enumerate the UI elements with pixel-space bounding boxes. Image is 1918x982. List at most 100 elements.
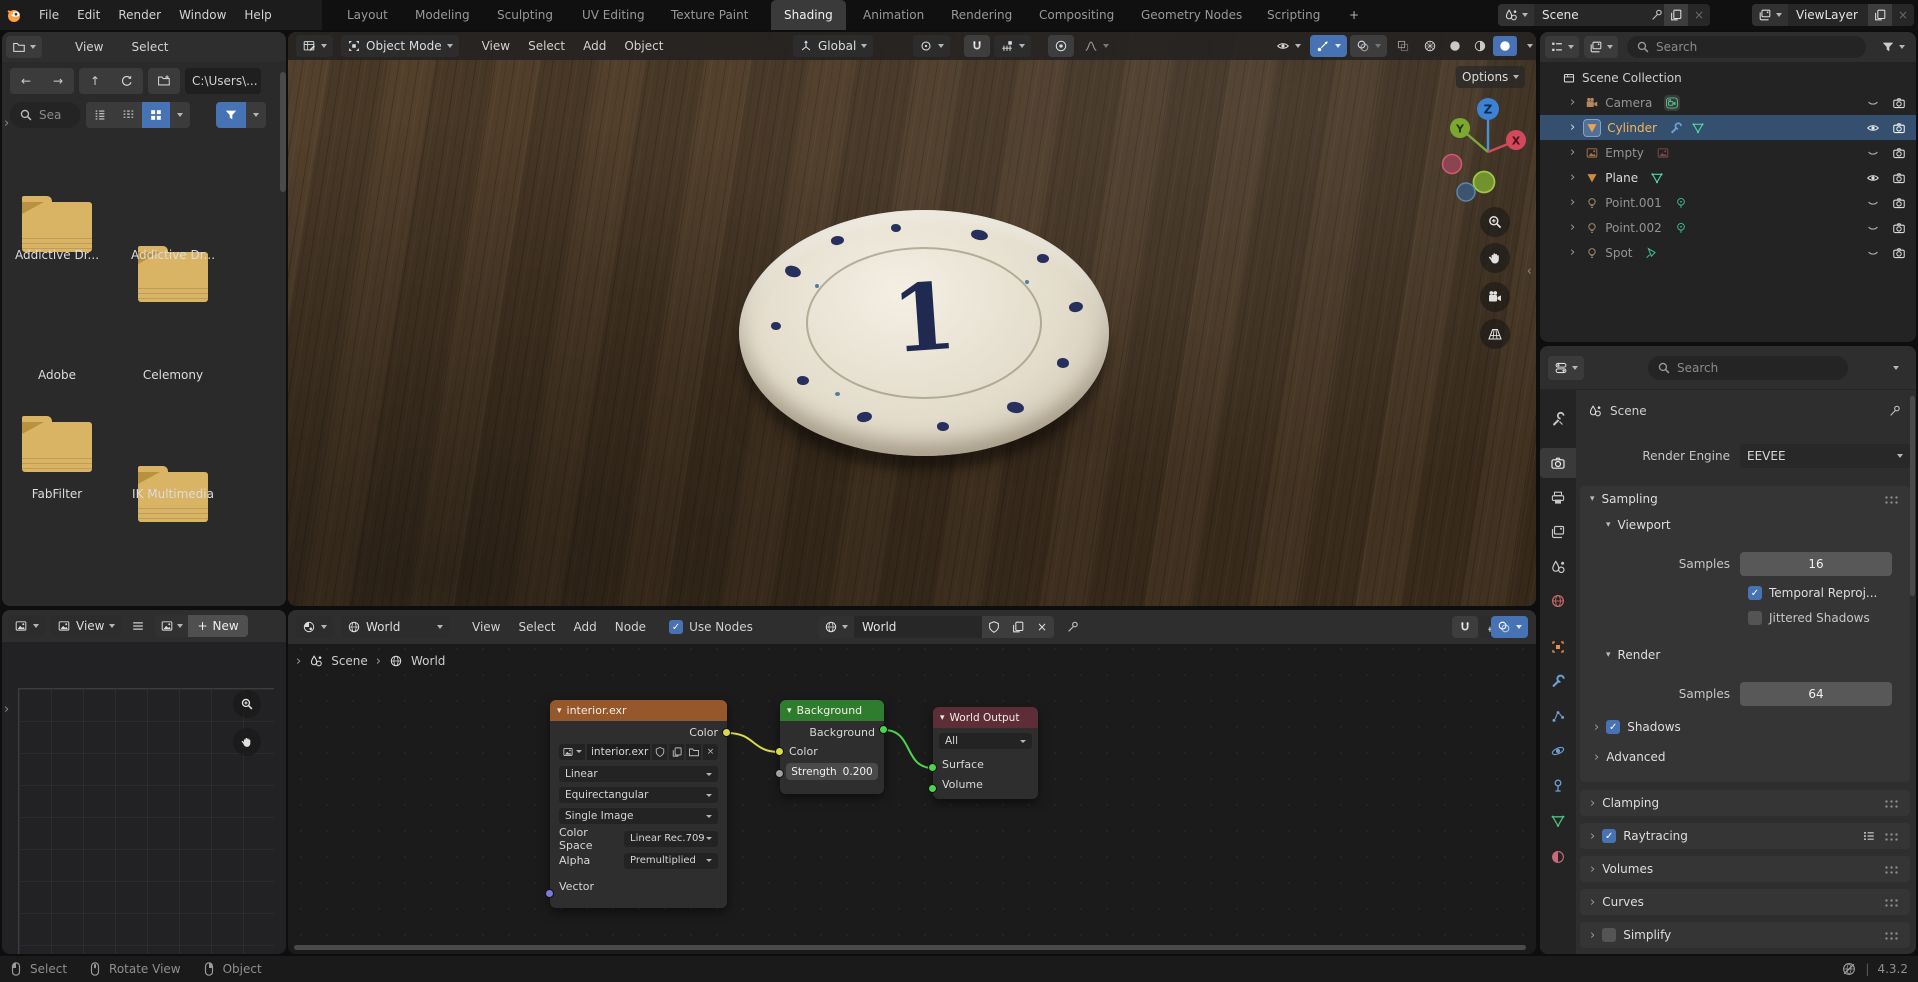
tab-tool[interactable] [1540, 404, 1576, 434]
outliner-editor[interactable]: Search Scene Collection › Camera › Cylin… [1540, 32, 1916, 342]
display-settings-dropdown[interactable] [170, 102, 190, 128]
up-directory-button[interactable]: ↑ [79, 68, 111, 94]
hide-viewport-icon[interactable] [1866, 221, 1880, 235]
shading-rendered-button[interactable] [1493, 36, 1517, 56]
pin-id-icon[interactable] [1888, 404, 1902, 418]
shader-menu-select[interactable]: Select [509, 620, 564, 634]
render-engine-dropdown[interactable]: EEVEE [1740, 444, 1910, 468]
hamburger-menu-icon[interactable] [131, 619, 145, 633]
outliner-filter-button[interactable] [1875, 36, 1911, 58]
tab-texture-paint[interactable]: Texture Paint [658, 0, 761, 30]
drag-dots-icon[interactable] [1884, 799, 1900, 808]
alpha-dropdown[interactable]: Premultiplied [624, 853, 718, 869]
file-browser-scrollbar[interactable] [280, 72, 286, 192]
temporal-reprojection-checkbox[interactable]: ✓Temporal Reproj... [1580, 586, 1910, 600]
hide-viewport-icon[interactable] [1866, 171, 1880, 185]
hide-viewport-icon[interactable] [1866, 96, 1880, 110]
outliner-row-empty[interactable]: › Empty [1540, 140, 1916, 165]
mode-dropdown[interactable]: Object Mode [341, 35, 459, 57]
viewport-menu-add[interactable]: Add [574, 39, 615, 53]
outliner-row-point-002[interactable]: › Point.002 [1540, 215, 1916, 240]
image-editor[interactable]: View +New › [2, 610, 286, 954]
menu-window[interactable]: Window [170, 8, 235, 22]
camera-view-button[interactable] [1480, 282, 1510, 312]
disable-render-icon[interactable] [1892, 146, 1906, 160]
pin-icon[interactable] [1066, 620, 1080, 634]
hide-viewport-icon[interactable] [1866, 246, 1880, 260]
network-offline-icon[interactable] [1841, 961, 1857, 977]
tab-object-data-properties[interactable] [1540, 806, 1576, 836]
pivot-point-dropdown[interactable] [913, 35, 950, 57]
outliner-row-camera[interactable]: › Camera [1540, 90, 1916, 115]
node-environment-texture[interactable]: ▾interior.exr Color interior.exr × Linea… [550, 700, 727, 908]
options-dropdown[interactable]: Options [1456, 66, 1525, 88]
pin-icon[interactable] [1650, 8, 1664, 22]
menu-file[interactable]: File [30, 8, 68, 22]
shader-editor[interactable]: World View Select Add Node ✓Use Nodes Wo… [288, 610, 1536, 954]
projection-dropdown[interactable]: Equirectangular [559, 787, 718, 803]
socket-vector-input[interactable] [545, 889, 554, 898]
scene-browse-button[interactable] [1498, 4, 1534, 26]
menu-render[interactable]: Render [109, 8, 170, 22]
image-new-button[interactable] [669, 744, 684, 760]
image-browse-button[interactable] [559, 744, 585, 760]
viewport-3d-editor[interactable]: Object Mode View Select Add Object Globa… [288, 32, 1536, 606]
viewport-menu-view[interactable]: View [473, 39, 519, 53]
image-open-button[interactable] [686, 744, 701, 760]
socket-surface-input[interactable] [928, 763, 937, 772]
mesh-data-icon[interactable] [1691, 121, 1705, 135]
new-scene-button[interactable] [1664, 4, 1688, 26]
tab-material-properties[interactable] [1540, 842, 1576, 872]
jittered-shadows-checkbox[interactable]: Jittered Shadows [1580, 611, 1910, 625]
region-expand-chevron[interactable]: › [4, 116, 9, 131]
render-samples-field[interactable]: 64 [1740, 682, 1892, 706]
folder-item[interactable] [22, 422, 92, 472]
properties-search-input[interactable]: Search [1648, 356, 1848, 380]
properties-scrollbar[interactable] [1910, 396, 1915, 596]
unlink-scene-button[interactable]: × [1688, 8, 1710, 22]
shader-menu-add[interactable]: Add [565, 620, 606, 634]
drag-dots-icon[interactable] [1884, 865, 1900, 874]
pan-hand-button[interactable] [1480, 243, 1510, 273]
orthographic-grid-button[interactable] [1480, 319, 1510, 349]
world-browse-button[interactable] [818, 616, 854, 638]
volumes-panel[interactable]: ›Volumes [1580, 856, 1910, 882]
viewlayer-browse-button[interactable] [1752, 4, 1788, 26]
refresh-button[interactable] [111, 68, 143, 94]
curves-panel[interactable]: ›Curves [1580, 889, 1910, 915]
forward-button[interactable]: → [42, 68, 74, 94]
shadows-subpanel-header[interactable]: ›✓Shadows [1580, 720, 1910, 734]
color-space-dropdown[interactable]: Linear Rec.709 [624, 831, 718, 847]
tab-modeling[interactable]: Modeling [402, 0, 483, 30]
disable-render-icon[interactable] [1892, 96, 1906, 110]
tab-geometry-nodes[interactable]: Geometry Nodes [1128, 0, 1255, 30]
disable-render-icon[interactable] [1892, 221, 1906, 235]
new-viewlayer-button[interactable] [1868, 4, 1892, 26]
node-snap-toggle[interactable] [1452, 616, 1478, 638]
display-vertical-list-button[interactable] [86, 102, 114, 128]
blender-logo-icon[interactable] [6, 7, 22, 23]
outliner-row-scene-collection[interactable]: Scene Collection [1540, 65, 1916, 90]
shading-material-button[interactable] [1468, 36, 1492, 56]
properties-options-dropdown[interactable] [1884, 356, 1908, 380]
disable-render-icon[interactable] [1892, 196, 1906, 210]
tab-sculpting[interactable]: Sculpting [484, 0, 566, 30]
tab-object-properties[interactable] [1540, 632, 1576, 662]
viewlayer-name-field[interactable]: ViewLayer [1788, 8, 1868, 22]
editor-type-file-browser-button[interactable] [6, 36, 42, 58]
file-browser-menu-view[interactable]: View [66, 40, 112, 54]
camera-data-icon[interactable] [1664, 95, 1680, 111]
image-fake-user-button[interactable] [652, 744, 667, 760]
hide-viewport-icon[interactable] [1866, 146, 1880, 160]
filter-settings-dropdown[interactable] [246, 102, 266, 128]
outliner-display-mode-button[interactable] [1584, 36, 1618, 58]
path-field[interactable]: C:\Users\... [185, 68, 261, 94]
point-light-data-icon[interactable] [1674, 221, 1688, 235]
tab-scripting[interactable]: Scripting [1254, 0, 1333, 30]
tab-compositing[interactable]: Compositing [1026, 0, 1127, 30]
folder-item[interactable] [22, 202, 92, 252]
raytracing-panel[interactable]: ›✓Raytracing [1580, 823, 1910, 849]
zoom-tool-button[interactable] [1480, 207, 1510, 237]
unlink-world-button[interactable]: × [1030, 616, 1054, 638]
shading-solid-button[interactable] [1443, 36, 1467, 56]
